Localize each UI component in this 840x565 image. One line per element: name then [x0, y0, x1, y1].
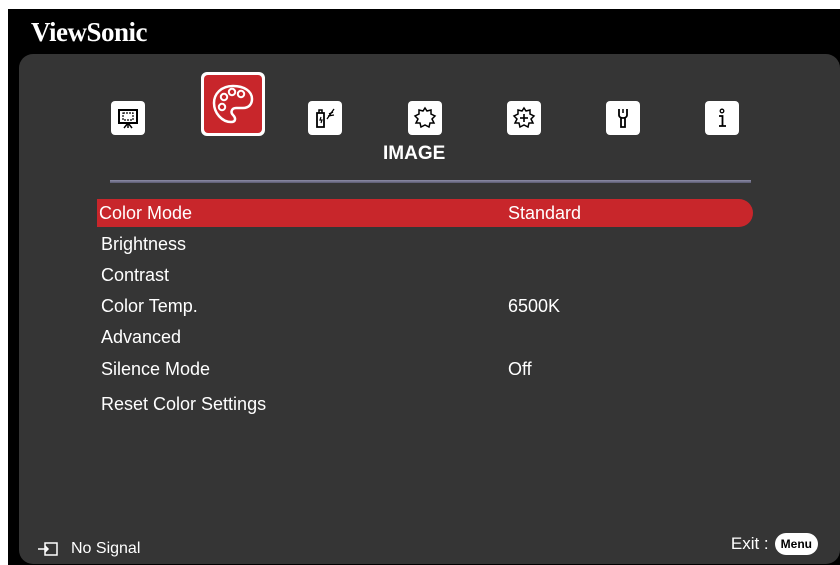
divider: [110, 180, 751, 183]
wrench-icon-glyph: [618, 109, 628, 128]
menu-item-label: Reset Color Settings: [101, 394, 267, 414]
menu-item-label: Color Temp.: [101, 296, 198, 316]
palette-icon: [204, 75, 262, 133]
menu-key-badge[interactable]: Menu: [774, 533, 818, 555]
signal-status-text: No Signal: [71, 540, 141, 557]
wrench-icon[interactable]: [606, 101, 640, 135]
info-icon-glyph: [719, 108, 726, 127]
menu-item-label: Color Mode: [99, 203, 193, 223]
menu-item-label: Contrast: [101, 265, 170, 285]
basic-settings-icon-glyph: [413, 106, 437, 129]
info-icon[interactable]: [705, 101, 739, 135]
tab-image[interactable]: [201, 72, 265, 136]
exit-hint[interactable]: Exit : Menu: [731, 533, 818, 555]
tab-title: IMAGE: [383, 143, 446, 164]
basic-settings-icon[interactable]: [408, 101, 442, 135]
advanced-settings-icon-glyph: [512, 106, 536, 129]
menu-item-label: Advanced: [101, 327, 182, 347]
power-management-icon-glyph: [316, 108, 335, 128]
menu-item-value: 6500K: [508, 296, 561, 316]
menu-item-label: Silence Mode: [101, 359, 211, 379]
exit-label: Exit :: [730, 534, 769, 553]
power-management-icon[interactable]: [308, 101, 342, 135]
input-source-icon: [38, 542, 58, 556]
brand-logo: ViewSonic: [31, 17, 148, 47]
menu-item-label: Brightness: [101, 234, 187, 254]
menu-item-color-mode[interactable]: Color Mode Standard: [97, 199, 753, 227]
display-icon-glyph: [118, 109, 138, 129]
menu-item-value: Standard: [508, 203, 582, 223]
menu-item-value: Off: [508, 359, 532, 379]
palette-icon-glyph: [212, 84, 254, 124]
display-icon[interactable]: [111, 101, 145, 135]
input-source-status: No Signal: [37, 540, 140, 558]
advanced-settings-icon[interactable]: [507, 101, 541, 135]
